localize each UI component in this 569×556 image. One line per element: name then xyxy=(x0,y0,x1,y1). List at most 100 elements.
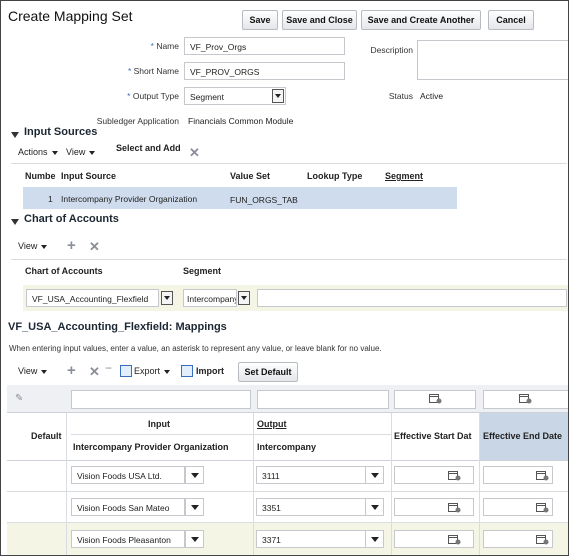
view-label: View xyxy=(66,147,86,157)
collapse-triangle-icon[interactable] xyxy=(11,132,19,138)
short-name-label-text: Short Name xyxy=(133,66,179,76)
chart-of-accounts-select[interactable]: VF_USA_Accounting_Flexfield xyxy=(26,289,159,307)
col-segment[interactable]: Segment xyxy=(385,171,423,181)
subledger-application-label: Subledger Application xyxy=(96,116,179,126)
name-field[interactable]: VF_Prov_Orgs xyxy=(184,37,345,55)
col-number: Numbe xyxy=(25,171,56,181)
view-menu[interactable]: View xyxy=(66,147,96,157)
save-button[interactable]: Save xyxy=(242,10,278,30)
column-separator xyxy=(253,413,254,555)
input-filter-field[interactable] xyxy=(71,390,251,409)
col-value-set: Value Set xyxy=(230,171,271,181)
chevron-down-icon[interactable] xyxy=(185,466,204,484)
add-icon[interactable]: + xyxy=(67,238,76,253)
view-menu[interactable]: View xyxy=(18,241,48,251)
table-row[interactable]: Vision Foods Pleasanton 3371 xyxy=(7,523,568,555)
delete-icon[interactable]: ✕ xyxy=(89,240,100,253)
chevron-down-icon xyxy=(164,369,171,374)
short-name-field[interactable]: VF_PROV_ORGS xyxy=(184,62,345,80)
table-row[interactable]: Vision Foods USA Ltd. 3111 xyxy=(7,461,568,491)
view-label: View xyxy=(18,241,38,251)
calendar-icon[interactable] xyxy=(448,502,462,513)
cancel-button[interactable]: Cancel xyxy=(488,10,534,30)
actions-menu[interactable]: Actions xyxy=(18,147,58,157)
mappings-title: VF_USA_Accounting_Flexfield: Mappings xyxy=(8,321,227,333)
output-type-select[interactable]: Segment xyxy=(184,87,286,105)
output-filter-field[interactable] xyxy=(257,390,389,409)
row-value-set: FUN_ORGS_TAB xyxy=(230,195,298,205)
col-output-sub: Intercompany xyxy=(257,442,317,452)
view-label: View xyxy=(18,366,38,376)
divider xyxy=(71,434,391,435)
required-mark: * xyxy=(150,41,154,51)
output-type-label-text: Output Type xyxy=(132,91,179,101)
delete-icon[interactable]: ✕ xyxy=(89,365,100,378)
chevron-down-icon xyxy=(41,244,48,249)
set-default-button[interactable]: Set Default xyxy=(238,362,298,382)
row-input-value[interactable]: Vision Foods USA Ltd. xyxy=(71,466,185,484)
export-menu[interactable]: Export xyxy=(134,366,171,376)
import-icon xyxy=(181,365,193,377)
col-input: Input xyxy=(148,419,170,429)
collapse-triangle-icon[interactable] xyxy=(11,219,19,225)
row-start-date-field[interactable] xyxy=(394,466,474,484)
col-output[interactable]: Output xyxy=(257,419,287,429)
chevron-down-icon[interactable] xyxy=(365,530,384,548)
divider xyxy=(11,163,567,164)
save-and-create-another-button[interactable]: Save and Create Another xyxy=(361,10,481,30)
add-icon[interactable]: + xyxy=(67,363,76,378)
required-mark: * xyxy=(127,91,131,101)
save-and-close-label: Save and Close xyxy=(286,15,353,25)
divider xyxy=(11,259,567,260)
edit-icon[interactable]: ✎ xyxy=(15,393,23,404)
row-input-value[interactable]: Vision Foods Pleasanton xyxy=(71,530,185,548)
calendar-icon[interactable] xyxy=(448,470,462,481)
row-output-value[interactable]: 3111 xyxy=(256,466,370,484)
calendar-icon[interactable] xyxy=(448,534,462,545)
save-and-close-button[interactable]: Save and Close xyxy=(282,10,357,30)
minus-icon[interactable]: − xyxy=(105,361,112,375)
segment-dropdown-icon[interactable] xyxy=(238,291,250,305)
page-title: Create Mapping Set xyxy=(8,8,133,24)
chevron-down-icon[interactable] xyxy=(185,498,204,516)
row-start-date-field[interactable] xyxy=(394,498,474,516)
row-output-value[interactable]: 3371 xyxy=(256,530,370,548)
chevron-down-icon[interactable] xyxy=(365,466,384,484)
row-input-value[interactable]: Vision Foods San Mateo xyxy=(71,498,185,516)
status-label: Status xyxy=(388,91,413,101)
table-row[interactable]: 1 Intercompany Provider Organization FUN… xyxy=(23,187,457,209)
description-field[interactable] xyxy=(417,40,568,80)
view-menu[interactable]: View xyxy=(18,366,48,376)
col-coa-segment: Segment xyxy=(183,266,222,276)
name-label: * Name xyxy=(101,41,179,51)
col-input-sub: Intercompany Provider Organization xyxy=(73,442,229,452)
chevron-down-icon[interactable] xyxy=(185,530,204,548)
delete-icon[interactable]: ✕ xyxy=(189,146,200,159)
calendar-icon[interactable] xyxy=(536,470,550,481)
select-and-add-button[interactable]: Select and Add xyxy=(116,143,181,153)
calendar-icon[interactable] xyxy=(536,534,550,545)
chevron-down-icon xyxy=(41,369,48,374)
name-label-text: Name xyxy=(156,41,179,51)
output-type-label: * Output Type xyxy=(101,91,179,101)
col-effective-start-date: Effective Start Dat xyxy=(394,431,472,441)
chevron-down-icon xyxy=(89,150,96,155)
table-row[interactable]: Vision Foods San Mateo 3351 xyxy=(7,492,568,522)
save-and-create-another-label: Save and Create Another xyxy=(367,15,475,25)
chevron-down-icon[interactable] xyxy=(365,498,384,516)
calendar-icon[interactable] xyxy=(429,393,443,404)
output-type-dropdown-icon[interactable] xyxy=(272,89,284,103)
import-button[interactable]: Import xyxy=(196,366,224,376)
chart-of-accounts-dropdown-icon[interactable] xyxy=(161,291,173,305)
chart-of-accounts-title: Chart of Accounts xyxy=(24,213,119,225)
coa-extra-field[interactable] xyxy=(257,289,567,307)
create-mapping-set-page: Create Mapping Set Save Save and Close S… xyxy=(0,0,569,556)
calendar-icon[interactable] xyxy=(536,502,550,513)
row-input-source: Intercompany Provider Organization xyxy=(61,194,198,204)
calendar-icon[interactable] xyxy=(519,393,533,404)
col-default: Default xyxy=(31,431,62,441)
required-mark: * xyxy=(127,66,132,76)
segment-select[interactable]: Intercompany xyxy=(183,289,237,307)
row-output-value[interactable]: 3351 xyxy=(256,498,370,516)
row-start-date-field[interactable] xyxy=(394,530,474,548)
